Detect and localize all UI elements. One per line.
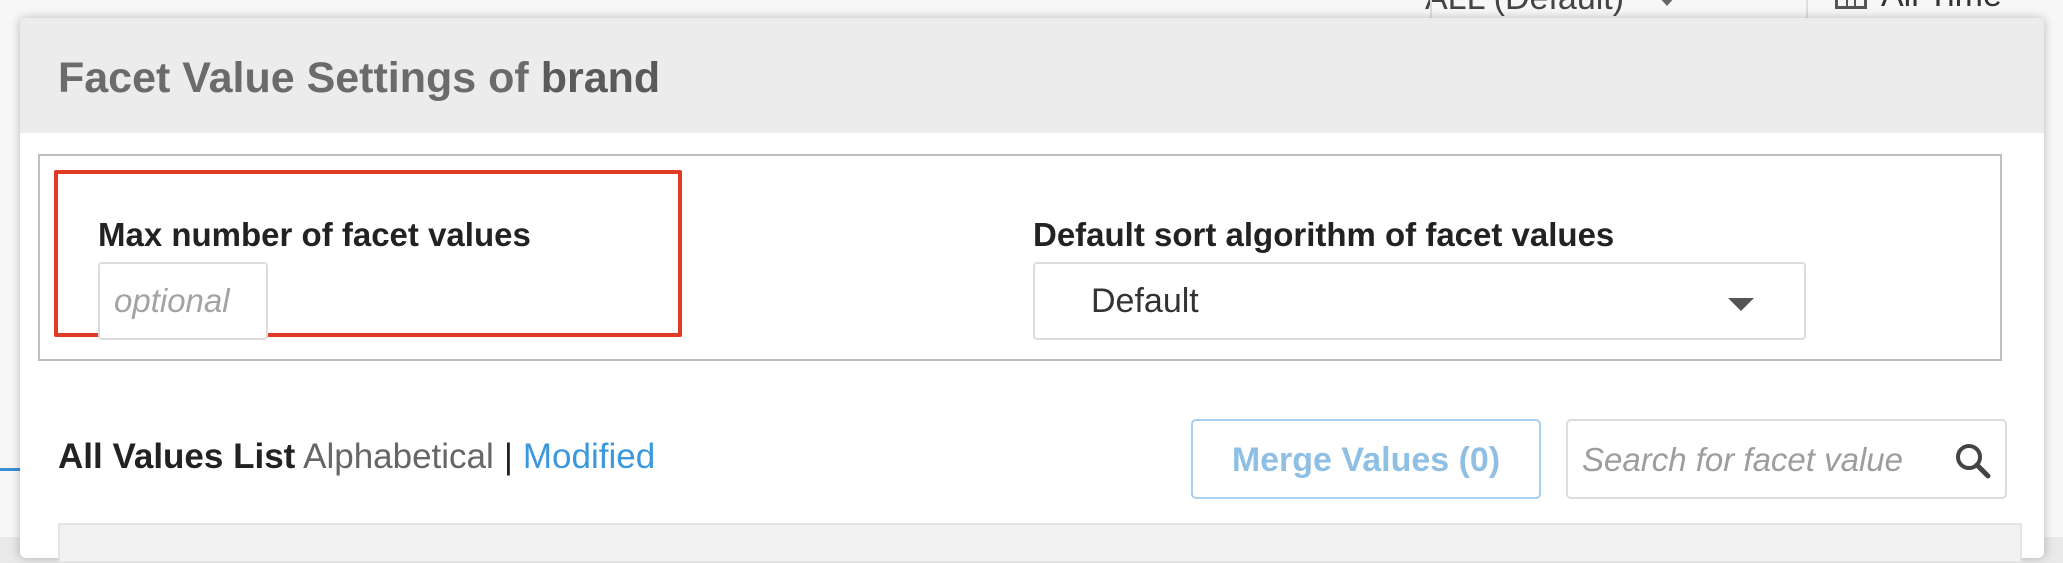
- values-list-title: All Values List: [58, 437, 296, 476]
- divider: [1806, 0, 1808, 20]
- sort-algorithm-select[interactable]: Default: [1033, 262, 1806, 340]
- modal-title-prefix: Facet Value Settings of: [58, 54, 529, 102]
- sort-separator: |: [503, 437, 513, 476]
- calendar-icon: [1835, 0, 1867, 9]
- values-list-header: All Values List Alphabetical | Modified: [58, 437, 655, 477]
- background-time-label: All Time: [1881, 0, 2002, 15]
- sort-algorithm-value: Default: [1091, 282, 1199, 320]
- background-time-range-button[interactable]: All Time: [1835, 0, 2002, 15]
- chevron-down-icon: [1658, 0, 1677, 6]
- facet-search-input[interactable]: [1580, 435, 1954, 485]
- modal-title: Facet Value Settings of brand: [58, 54, 660, 103]
- sort-algorithm-label: Default sort algorithm of facet values: [1033, 216, 1615, 253]
- sort-modified-link[interactable]: Modified: [523, 437, 655, 476]
- modal-title-field: brand: [540, 54, 661, 102]
- sort-alphabetical-link[interactable]: Alphabetical: [303, 437, 494, 476]
- modal-header: Facet Value Settings of brand: [20, 18, 2044, 133]
- background-accent-line: [0, 468, 20, 471]
- caret-down-icon: [1728, 298, 1754, 311]
- divider: [1430, 0, 1432, 20]
- background-filter-dropdown[interactable]: ALL (Default): [1425, 0, 1677, 18]
- values-table-header: [58, 523, 2022, 563]
- search-icon[interactable]: [1953, 441, 1993, 481]
- facet-search-box: [1566, 419, 2007, 499]
- merge-values-button[interactable]: Merge Values (0): [1191, 419, 1541, 499]
- max-values-label: Max number of facet values: [98, 216, 531, 253]
- max-values-input[interactable]: [98, 262, 268, 340]
- background-dropdown-value: ALL (Default): [1425, 0, 1624, 18]
